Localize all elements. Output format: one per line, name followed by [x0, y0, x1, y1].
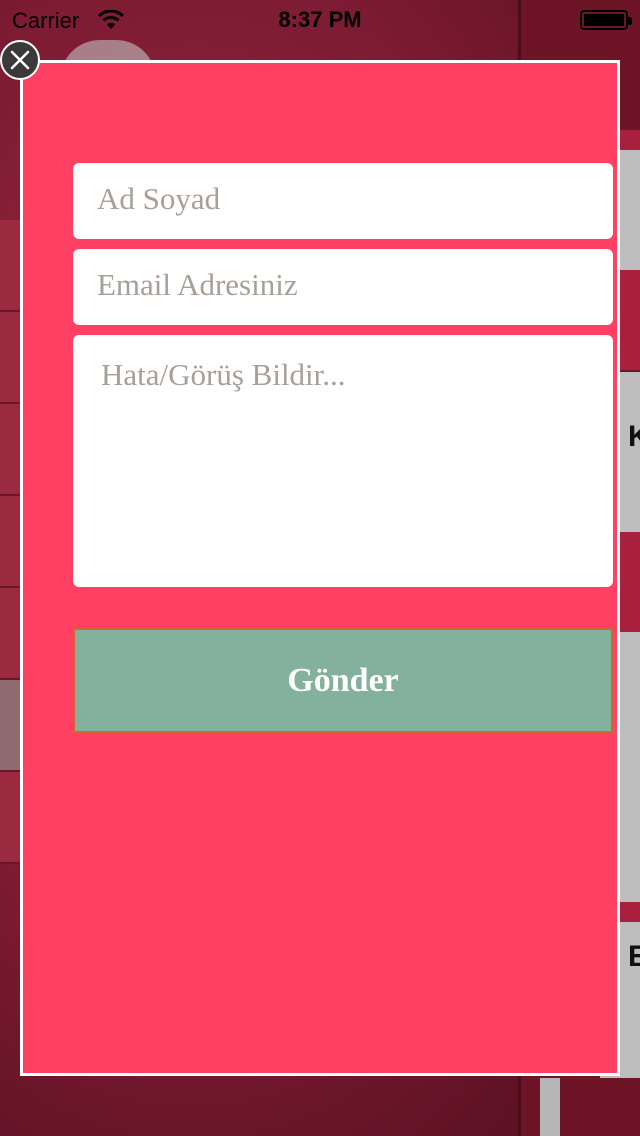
- background-bottom-bar: [540, 1078, 560, 1136]
- status-time: 8:37 PM: [278, 7, 362, 32]
- background-list-row: [0, 404, 22, 496]
- background-list-row: [0, 220, 22, 312]
- feedback-modal: Ad Soyad Email Adresiniz Hata/Görüş Bild…: [20, 60, 620, 1076]
- name-field[interactable]: Ad Soyad: [73, 163, 613, 239]
- background-card-letter: K: [628, 420, 640, 453]
- close-button[interactable]: [0, 40, 40, 80]
- submit-button[interactable]: Gönder: [73, 628, 613, 733]
- feedback-message-field[interactable]: Hata/Görüş Bildir...: [73, 335, 613, 587]
- background-list-row: [0, 772, 22, 864]
- status-bar: Carrier 8:37 PM: [0, 0, 640, 40]
- email-field[interactable]: Email Adresiniz: [73, 249, 613, 325]
- background-list-row: [0, 496, 22, 588]
- battery-icon: [580, 10, 632, 30]
- background-list-row: [0, 312, 22, 404]
- background-list-row: [0, 588, 22, 680]
- background-card-letter: E: [628, 940, 640, 973]
- background-list-row: [0, 680, 22, 772]
- background-list: [0, 0, 22, 1136]
- close-icon: [10, 50, 30, 70]
